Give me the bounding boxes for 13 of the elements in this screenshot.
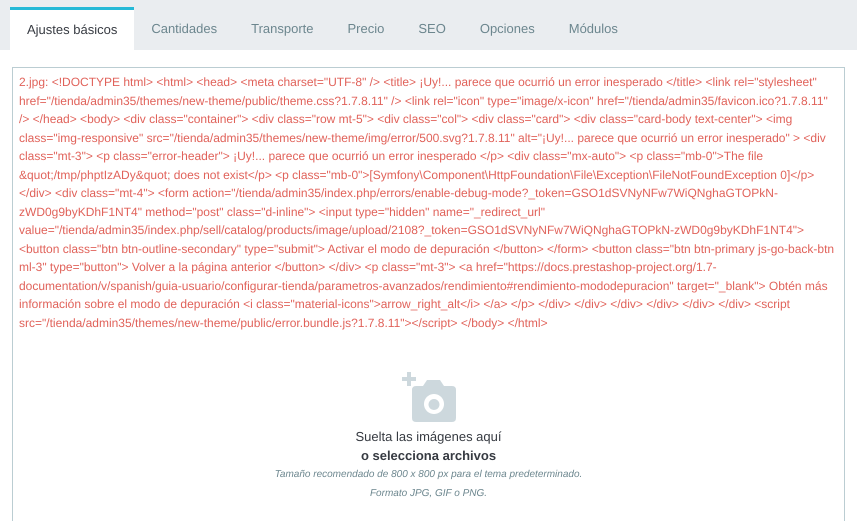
dropzone-hint: Tamaño recomendado de 800 x 800 px para el tema predeterminado. bbox=[274, 468, 582, 482]
tab[interactable]: SEO bbox=[401, 7, 463, 50]
tab[interactable]: Cantidades bbox=[134, 7, 234, 50]
tab[interactable]: Precio bbox=[330, 7, 402, 50]
tab[interactable]: Módulos bbox=[552, 7, 635, 50]
error-message: 2.jpg: <!DOCTYPE html> <html> <head> <meta charset="UTF-8" /> <title> ¡Uy!... parece que ocurrió un error inesperado </title> <link rel="stylesheet" href="/tienda/admin35/themes/new-theme/public/theme.css?1.7.8.11" /> <link rel="icon" type="image/x-icon" href="/tienda/admin35/favicon.ico?1.7.8.11" /> </head> <body> <div class="container"> <div class="row mt-5"> <div class="col"> <div class="card"> <div class="card-body text-center"> <img class="img-responsive" src="/tienda/admin35/themes/new-theme/img/error/500.svg?1.7.8.11" alt="¡Uy!... parece que ocurrió un error inesperado" > <div class="mt-3"> <p class="error-header"> ¡Uy!... parece que ocurrió un error inesperado </p> <div class="mx-auto"> <p class="mb-0">The file &quot;/tmp/phptIzADy&quot; does not exist</p> <p class="mb-0">[Symfony\Component\HttpFoundation\File\Exception\FileNotFoundException 0]</p> </div> <div class="mt-4"> <form action="/tienda/admin35/index.php/errors/enable-debug-mode?_token=GSO1dSVNyNFw7WiQNghaGTOPkN-zWD0g9byKDhF1NT4" method="post" class="d-inline"> <input type="hidden" name="_redirect_url" value="/tienda/admin35/index.php/sell/catalog/products/image/upload/2108?_token=GSO1dSVNyNFw7WiQNghaGTOPkN-zWD0g9byKDhF1NT4"> <button class="btn btn-outline-secondary" type="submit"> Activar el modo de depuración </button> </form> <button class="btn btn-primary js-go-back-btn ml-3" type="button"> Volver a la página anterior </button> </div> <p class="mt-3"> <a href="https://docs.prestashop-project.org/1.7-documentation/v/spanish/guia-usuario/configurar-tienda/parametros-avanzados/rendimiento#rendimiento-mododepuracion" target="_blank"> Obtén más información sobre el modo de depuración <i class="material-icons">arrow_right_alt</i> </a> </p> </div> </div> </div> </div> </div> </div> <script src="/tienda/admin35/themes/new-theme/public/error.bundle.js?1.7.8.11"></script> </body> </html> bbox=[18, 74, 836, 332]
dropzone-title: Suelta las imágenes aquí bbox=[356, 428, 502, 446]
add-photo-icon bbox=[402, 372, 456, 422]
select-files-link[interactable]: o selecciona archivos bbox=[360, 446, 496, 465]
tab[interactable]: Ajustes básicos bbox=[10, 7, 134, 50]
tab[interactable]: Transporte bbox=[234, 7, 330, 50]
dropzone-hint: Formato JPG, GIF o PNG. bbox=[370, 487, 488, 501]
tab[interactable]: Opciones bbox=[462, 7, 552, 50]
